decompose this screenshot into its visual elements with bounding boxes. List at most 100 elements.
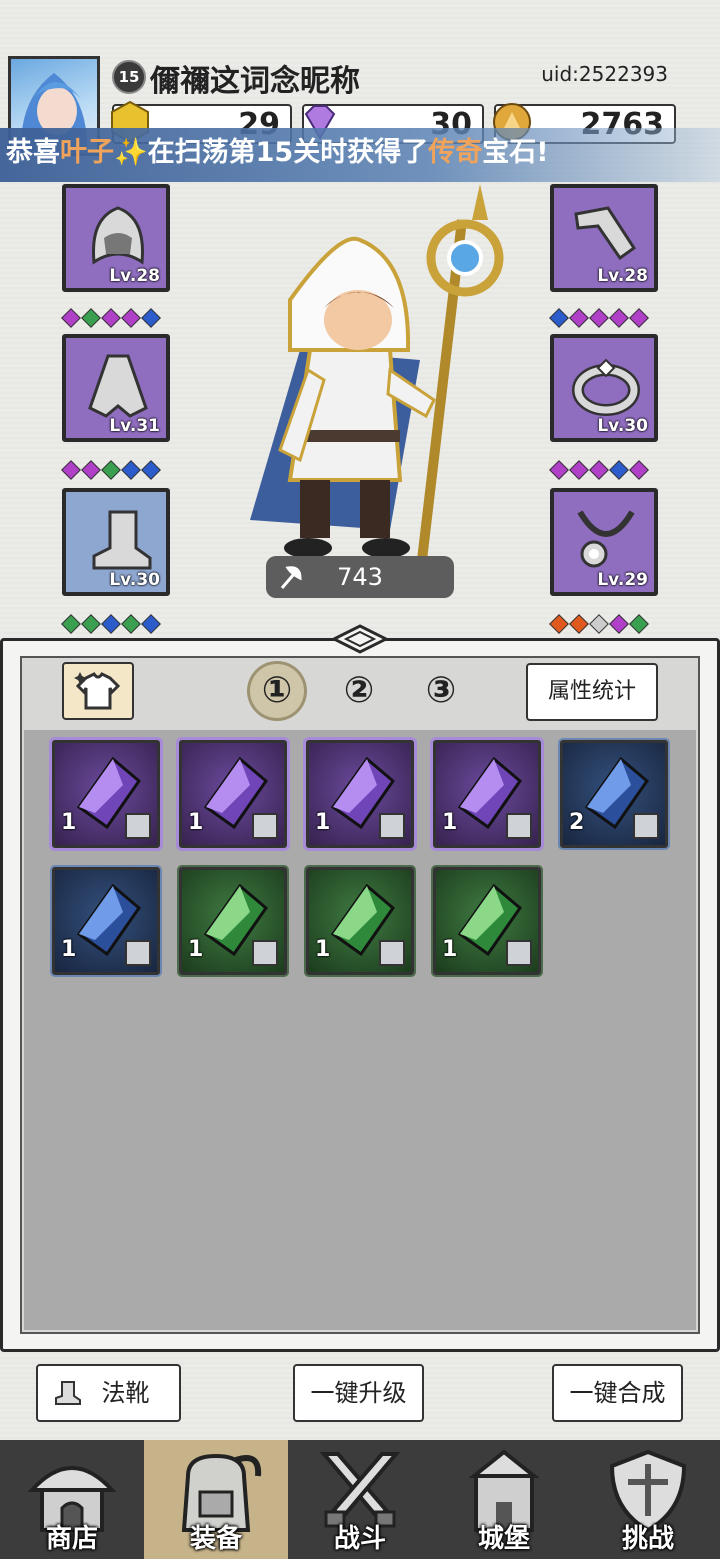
hood-gem-sockets [61,308,161,328]
announcement-banner: 恭喜叶子✨在扫荡第15关时获得了传奇宝石! [0,128,720,182]
gem-slot-blue[interactable]: 2 [560,740,668,848]
nav-equipment[interactable]: 装备 [144,1440,288,1559]
gem-socket [81,460,101,480]
shirt-icon [74,672,121,710]
bracer-icon [574,206,637,261]
gem-socket [61,460,81,480]
gem-socket [81,308,101,328]
boot-slot-icon [506,940,532,966]
boot-slot-icon [252,940,278,966]
nav-castle-label: 城堡 [477,1524,530,1554]
cloak-level: Lv.31 [109,416,160,436]
combat-power-value: 743 [337,563,383,591]
equip-slot-bracer[interactable]: Lv.28 [550,184,658,292]
gem-socket [61,308,81,328]
equip-slot-hood[interactable]: Lv.28 [62,184,170,292]
gem-slot-purple[interactable]: 1 [52,740,160,848]
hood-icon [92,206,144,265]
gem-slot-green[interactable]: 1 [306,867,414,975]
attribute-stats-button[interactable]: 属性统计 [526,663,658,721]
banner-rarity: 传奇 [428,137,483,168]
boot-icon [92,510,152,570]
boot-slot-icon [633,813,659,839]
gem-slot-purple[interactable]: 1 [179,740,287,848]
necklace-gem-sockets [549,614,649,634]
boot-slot-icon [125,940,151,966]
gem-socket [589,614,609,634]
category-button[interactable]: 法靴 [36,1364,181,1422]
boot-slot-icon [379,940,405,966]
combat-power: 743 [266,556,454,598]
gem-socket [121,614,141,634]
gem-socket [141,460,161,480]
nav-challenge[interactable]: 挑战 [576,1440,720,1559]
page-tab-1[interactable]: ① [250,664,304,718]
boots-level: Lv.30 [109,570,160,590]
gem-slot-green[interactable]: 1 [433,867,541,975]
gem-count: 1 [188,937,204,962]
gem-count: 1 [442,810,458,835]
gem-slot-blue[interactable]: 1 [52,867,160,975]
merge-all-button[interactable]: 一键合成 [552,1364,683,1422]
gem-count: 1 [188,810,204,835]
banner-player: 叶子✨ [60,137,148,168]
boot-slot-icon [506,813,532,839]
player-uid: uid:2522393 [541,62,668,86]
gem-slot-green[interactable]: 1 [179,867,287,975]
equip-slot-boots[interactable]: Lv.30 [62,488,170,596]
equip-slot-cloak[interactable]: Lv.31 [62,334,170,442]
equip-slot-necklace[interactable]: Lv.29 [550,488,658,596]
bracer-level: Lv.28 [597,266,648,286]
boot-slot-icon [125,813,151,839]
gem-socket [569,308,589,328]
ring-icon [572,358,640,416]
necklace-icon [577,510,635,568]
gem-socket [629,614,649,634]
gem-count: 2 [569,810,585,835]
nav-battle-label: 战斗 [333,1524,386,1554]
nav-castle[interactable]: 城堡 [432,1440,576,1559]
boot-slot-icon [379,813,405,839]
gem-socket [569,614,589,634]
page-tab-3[interactable]: ③ [414,664,468,718]
gem-count: 1 [315,810,331,835]
banner-suffix: 宝石! [482,137,549,168]
boot-icon [55,1381,81,1405]
nav-challenge-label: 挑战 [621,1524,674,1554]
cloak-gem-sockets [61,460,161,480]
boots-gem-sockets [61,614,161,634]
hood-level: Lv.28 [109,266,160,286]
nav-shop[interactable]: 商店 [0,1440,144,1559]
gem-socket [549,308,569,328]
hero-character [250,184,504,561]
gem-count: 1 [315,937,331,962]
gem-socket [629,460,649,480]
gem-socket [141,308,161,328]
nav-battle[interactable]: 战斗 [288,1440,432,1559]
gem-socket [101,614,121,634]
gem-socket [81,614,101,634]
nav-shop-label: 商店 [45,1524,98,1554]
equipment-filter-button[interactable] [62,662,134,720]
gem-count: 1 [61,937,77,962]
gem-socket [609,308,629,328]
ring-level: Lv.30 [597,416,648,436]
upgrade-all-button[interactable]: 一键升级 [293,1364,424,1422]
gem-socket [589,460,609,480]
banner-prefix: 恭喜 [6,137,60,168]
gem-socket [589,308,609,328]
gem-socket [549,614,569,634]
cloak-icon [88,354,148,418]
gem-count: 1 [61,810,77,835]
gem-socket [609,460,629,480]
gem-socket [629,308,649,328]
ring-gem-sockets [549,460,649,480]
page-tab-2[interactable]: ② [332,664,386,718]
gem-socket [61,614,81,634]
bracer-gem-sockets [549,308,649,328]
gem-slot-purple[interactable]: 1 [433,740,541,848]
panel-ornament-icon [332,624,388,654]
boot-slot-icon [252,813,278,839]
equip-slot-ring[interactable]: Lv.30 [550,334,658,442]
gem-slot-purple[interactable]: 1 [306,740,414,848]
